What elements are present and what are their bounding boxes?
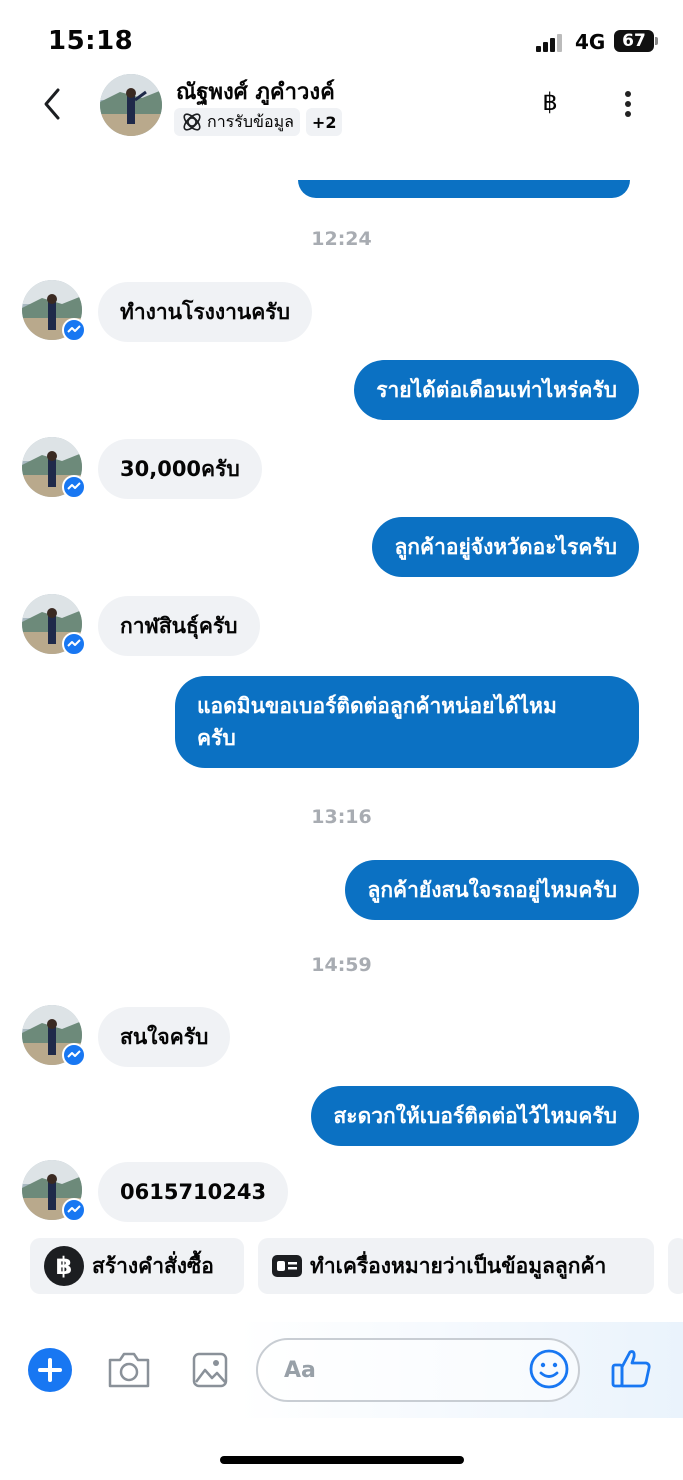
more-vertical-icon[interactable]	[614, 88, 642, 122]
messenger-badge-icon	[62, 475, 86, 499]
incoming-message[interactable]: สนใจครับ	[98, 1007, 231, 1067]
message-line: แอดมินขอเบอร์ติดต่อลูกค้าหน่อยได้ไหม	[197, 694, 557, 718]
timestamp: 12:24	[311, 228, 372, 250]
outgoing-message[interactable]: สะดวกให้เบอร์ติดต่อไว้ไหมครับ	[311, 1086, 639, 1146]
network-type: 4G	[575, 30, 606, 54]
status-time: 15:18	[48, 26, 134, 56]
sender-avatar	[22, 594, 86, 658]
atom-icon	[183, 113, 201, 131]
plus-icon	[38, 1358, 62, 1382]
outgoing-message[interactable]: ลูกค้ายังสนใจรถอยู่ไหมครับ	[345, 860, 639, 920]
sender-avatar	[22, 1005, 86, 1069]
label-more[interactable]: +2	[305, 108, 343, 136]
sender-avatar	[22, 437, 86, 501]
baht-icon[interactable]: ฿	[536, 88, 564, 120]
gallery-button[interactable]	[192, 1352, 228, 1388]
message-list[interactable]: 12:24 ทำงานโรงงานครับ รายได้ต่อเดือนเท่า…	[0, 150, 683, 1230]
home-indicator[interactable]	[220, 1456, 464, 1464]
message-input[interactable]	[284, 1352, 504, 1388]
status-bar: 15:18 4G 67	[0, 0, 683, 72]
emoji-icon	[529, 1349, 569, 1389]
create-order-label: สร้างคำสั่งซื้อ	[92, 1253, 214, 1278]
quick-action-bar: ฿ สร้างคำสั่งซื้อ ทำเครื่องหมายว่าเป็นข้…	[0, 1238, 683, 1296]
messenger-badge-icon	[62, 1198, 86, 1222]
label-tag-text: การรับข้อมูล	[207, 111, 294, 131]
id-card-icon	[272, 1255, 302, 1277]
partial-outgoing-bubble	[298, 180, 630, 198]
timestamp: 13:16	[311, 806, 372, 828]
back-icon	[44, 88, 60, 120]
image-icon	[192, 1352, 228, 1388]
mark-customer-button[interactable]: ทำเครื่องหมายว่าเป็นข้อมูลลูกค้า	[258, 1238, 654, 1294]
incoming-message[interactable]: 0615710243	[98, 1162, 289, 1222]
contact-avatar[interactable]	[100, 74, 162, 136]
camera-button[interactable]	[106, 1350, 152, 1390]
battery-icon: 67	[614, 30, 654, 52]
timestamp: 14:59	[311, 954, 372, 976]
chat-header: ณัฐพงศ์ ภูคำวงค์ การรับข้อมูล +2 ฿	[0, 70, 683, 150]
sender-avatar	[22, 280, 86, 344]
signal-icon	[536, 34, 566, 52]
outgoing-message[interactable]: รายได้ต่อเดือนเท่าไหร่ครับ	[354, 360, 639, 420]
back-button[interactable]	[38, 82, 70, 126]
message-line: ครับ	[197, 726, 236, 750]
messenger-badge-icon	[62, 318, 86, 342]
like-button[interactable]	[610, 1346, 654, 1390]
svg-text:฿: ฿	[56, 1252, 73, 1280]
composer-bar	[0, 1322, 683, 1418]
label-tag[interactable]: การรับข้อมูล	[174, 108, 300, 136]
incoming-message[interactable]: 30,000ครับ	[98, 439, 262, 499]
create-order-button[interactable]: ฿ สร้างคำสั่งซื้อ	[30, 1238, 244, 1294]
incoming-message[interactable]: ทำงานโรงงานครับ	[98, 282, 312, 342]
messenger-badge-icon	[62, 1043, 86, 1067]
baht-circle-icon: ฿	[44, 1246, 84, 1286]
label-row: การรับข้อมูล +2	[174, 108, 343, 136]
contact-name[interactable]: ณัฐพงศ์ ภูคำวงค์	[176, 74, 335, 109]
camera-icon	[108, 1352, 150, 1388]
outgoing-message[interactable]: แอดมินขอเบอร์ติดต่อลูกค้าหน่อยได้ไหม ครั…	[175, 676, 639, 768]
messenger-badge-icon	[62, 632, 86, 656]
thumbs-up-icon	[611, 1350, 651, 1388]
plus-button[interactable]	[28, 1348, 72, 1392]
emoji-button[interactable]	[528, 1348, 570, 1390]
mark-customer-label: ทำเครื่องหมายว่าเป็นข้อมูลลูกค้า	[310, 1253, 607, 1278]
sender-avatar	[22, 1160, 86, 1224]
battery-tip	[655, 37, 658, 45]
next-chip[interactable]	[668, 1238, 683, 1294]
outgoing-message[interactable]: ลูกค้าอยู่จังหวัดอะไรครับ	[372, 517, 639, 577]
incoming-message[interactable]: กาฬสินธุ์ครับ	[98, 596, 260, 656]
